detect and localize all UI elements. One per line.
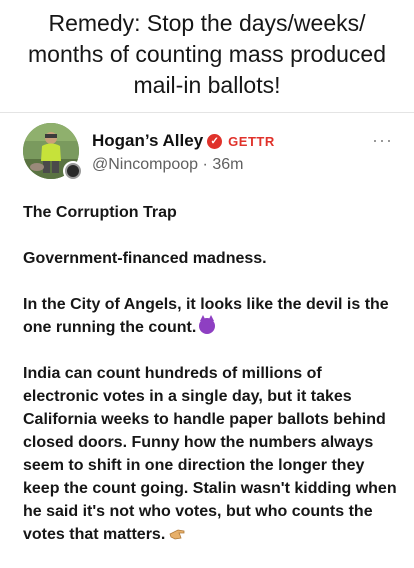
post-timestamp: 36m	[212, 156, 244, 173]
paragraph-1: The Corruption Trap	[23, 204, 177, 221]
paragraph-4-text: India can count hundreds of millions of …	[23, 365, 397, 543]
post-body: The Corruption Trap Government-financed …	[23, 201, 401, 546]
headline-caption: Remedy: Stop the days/weeks/ months of c…	[0, 8, 414, 101]
author-name[interactable]: Hogan’s Alley	[92, 131, 203, 151]
separator-dot: ·	[202, 156, 208, 173]
paragraph-4: India can count hundreds of millions of …	[23, 362, 401, 546]
paragraph-2: Government-financed madness.	[23, 250, 267, 267]
headline-line-2: months of counting mass produced	[28, 41, 386, 67]
verified-badge-icon: ✓	[207, 133, 223, 149]
paragraph-3: In the City of Angels, it looks like the…	[23, 293, 401, 339]
platform-badge-icon	[63, 161, 83, 181]
headline-line-3: mail-in ballots!	[133, 72, 281, 98]
more-options-icon[interactable]: ···	[372, 130, 393, 151]
handle-row: @Nincompoop · 36m	[92, 156, 243, 174]
source-label: GETTR	[228, 133, 275, 149]
author-row: Hogan’s Alley ✓ GETTR	[92, 131, 275, 151]
author-handle[interactable]: @Nincompoop	[92, 156, 198, 173]
divider	[0, 112, 414, 113]
smiling-imp-icon	[199, 315, 216, 334]
headline-line-1: Remedy: Stop the days/weeks/	[48, 10, 366, 36]
hand-pointing-icon	[169, 529, 185, 540]
